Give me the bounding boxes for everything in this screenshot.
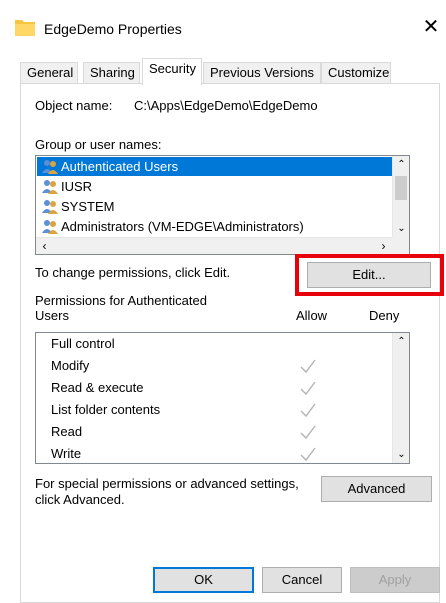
title-bar: EdgeDemo Properties ✕ [0,0,446,52]
tab-label: Security [149,61,196,76]
user-group-icon [42,200,58,214]
scroll-thumb[interactable] [395,176,407,200]
group-names-label: Group or user names: [35,137,162,152]
user-label: SYSTEM [61,199,115,214]
permissions-list[interactable]: Full control Modify Read & execute List … [35,332,410,464]
permission-row-full-control: Full control [36,333,392,355]
scroll-corner [392,237,409,254]
tab-previous-versions[interactable]: Previous Versions [203,62,321,84]
permission-name: List folder contents [51,402,161,417]
object-name-label: Object name: [35,98,113,113]
tab-label: Customize [328,65,390,80]
close-button[interactable]: ✕ [418,14,444,40]
permission-name: Read [51,424,83,439]
tab-customize[interactable]: Customize [321,62,391,84]
tab-security[interactable]: Security [142,58,202,85]
tab-label: General [27,65,74,80]
special-permissions-text-2: click Advanced. [35,492,125,507]
permission-row-read: Read [36,421,392,443]
permission-name: Write [51,446,82,461]
scroll-down-icon[interactable]: ⌄ [393,220,409,237]
check-icon [300,447,316,462]
permissions-header-user: Users [35,308,69,323]
permission-row-modify: Modify [36,355,392,377]
user-list[interactable]: Authenticated Users IUSR SYSTEM Administ… [35,155,410,255]
window-title: EdgeDemo Properties [44,21,182,37]
user-label: IUSR [61,179,93,194]
ok-button[interactable]: OK [153,567,254,593]
deny-column-header: Deny [369,308,400,323]
scroll-up-icon[interactable]: ⌃ [393,156,409,173]
permissions-vscrollbar[interactable]: ⌃ ⌄ [392,333,409,463]
user-list-hscrollbar[interactable]: ‹ › [36,237,392,254]
close-icon: ✕ [422,16,440,38]
list-item-administrators[interactable]: Administrators (VM-EDGE\Administrators) [37,217,304,234]
tab-general[interactable]: General [20,62,78,84]
change-permissions-text: To change permissions, click Edit. [35,265,231,280]
user-list-vscrollbar[interactable]: ⌃ ⌄ [392,156,409,237]
user-group-icon [42,180,58,194]
permission-row-list-folder: List folder contents [36,399,392,421]
list-item-system[interactable]: SYSTEM [37,197,114,216]
tab-label: Previous Versions [210,65,315,80]
permission-row-read-execute: Read & execute [36,377,392,399]
scroll-down-icon[interactable]: ⌄ [393,446,409,463]
folder-icon [15,20,35,36]
edit-highlight-box [295,254,444,296]
scroll-up-icon[interactable]: ⌃ [393,333,409,350]
special-permissions-text: For special permissions or advanced sett… [35,476,299,491]
object-name-value: C:\Apps\EdgeDemo\EdgeDemo [134,98,318,113]
user-group-icon [42,160,58,174]
scroll-right-icon[interactable]: › [375,238,392,254]
apply-button[interactable]: Apply [350,567,440,593]
list-item-authenticated-users[interactable]: Authenticated Users [37,157,393,176]
tab-label: Sharing [90,65,135,80]
check-icon [300,403,316,418]
scroll-left-icon[interactable]: ‹ [36,238,53,254]
permission-name: Read & execute [51,380,144,395]
user-label: Authenticated Users [61,159,179,174]
user-label: Administrators (VM-EDGE\Administrators) [61,219,304,234]
permissions-header: Permissions for Authenticated [35,293,207,308]
permission-row-write: Write [36,443,392,463]
tab-sharing[interactable]: Sharing [83,62,140,84]
user-group-icon [42,220,58,234]
check-icon [300,381,316,396]
allow-column-header: Allow [296,308,328,323]
permission-name: Full control [51,336,115,351]
permission-name: Modify [51,358,90,373]
tab-strip: General Sharing Security Previous Versio… [20,58,440,85]
advanced-button[interactable]: Advanced [321,476,432,502]
check-icon [300,359,316,374]
check-icon [300,425,316,440]
cancel-button[interactable]: Cancel [262,567,342,593]
list-item-iusr[interactable]: IUSR [37,177,92,196]
